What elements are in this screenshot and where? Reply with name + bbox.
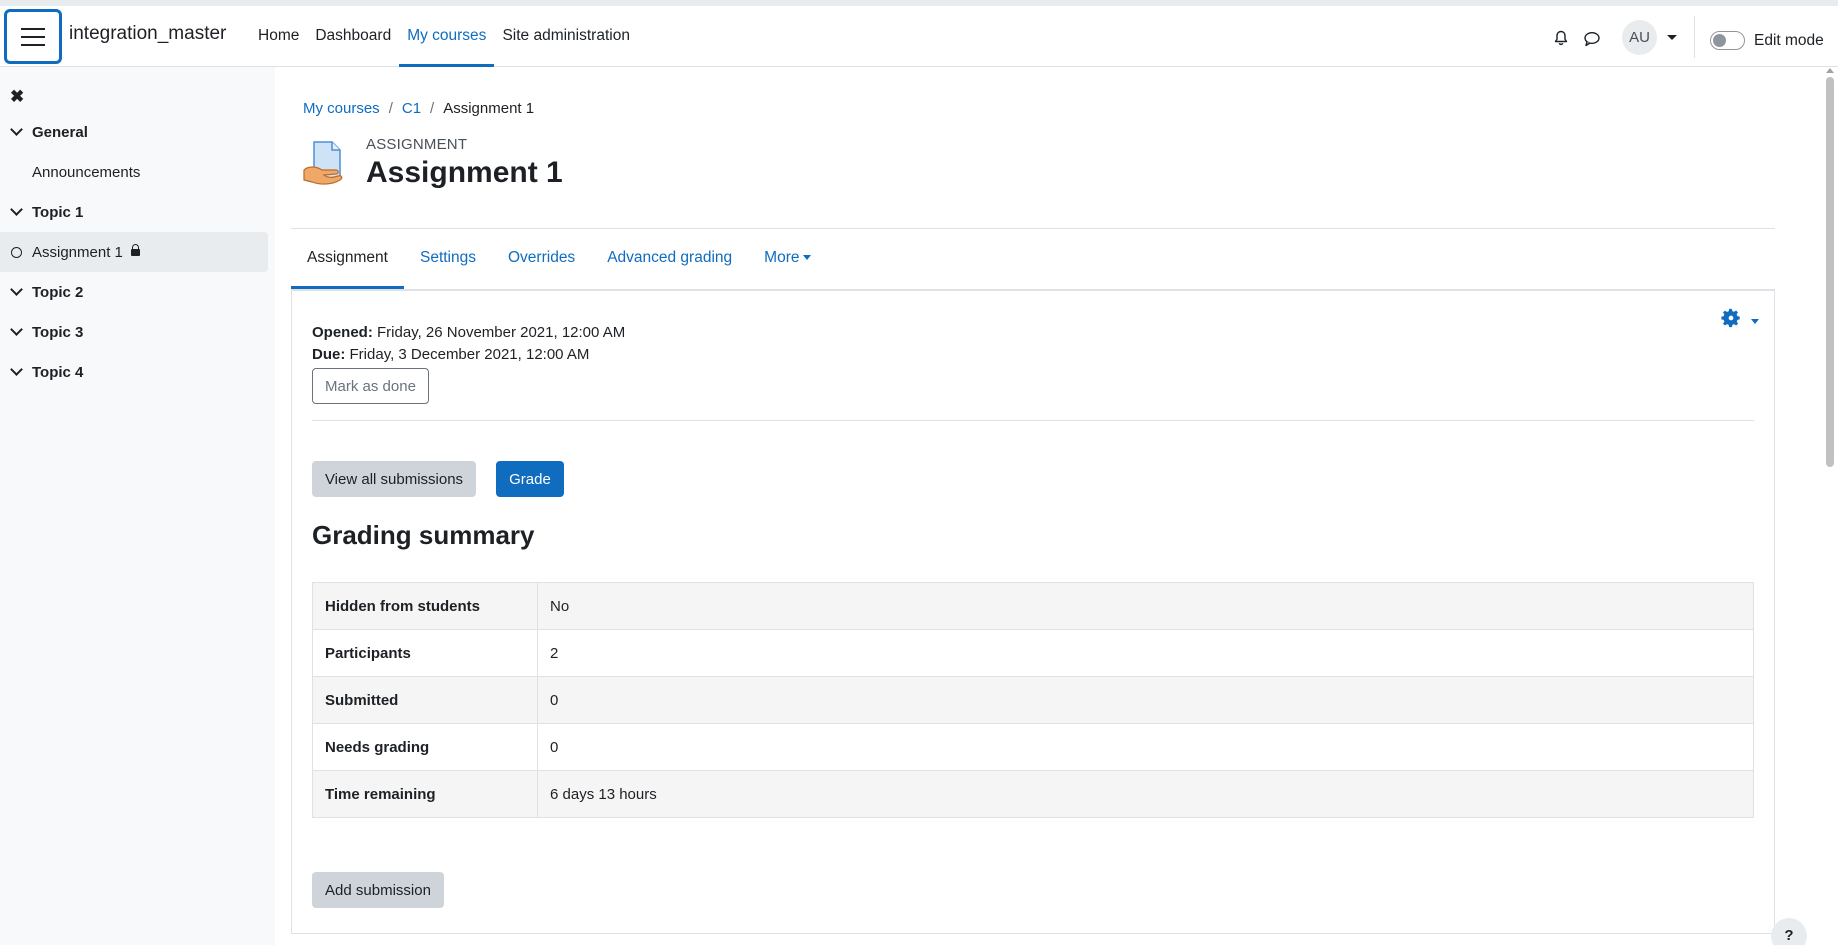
module-type-label: ASSIGNMENT [366, 136, 468, 153]
due-label: Due: [312, 346, 346, 363]
primary-navigation: Home Dashboard My courses Site administr… [250, 6, 638, 67]
user-menu-caret-icon[interactable] [1667, 35, 1677, 40]
table-row: Hidden from students No [312, 582, 1754, 630]
table-row: Participants 2 [312, 629, 1754, 677]
nav-my-courses[interactable]: My courses [399, 6, 495, 67]
secondary-navigation-tabs: Assignment Settings Overrides Advanced g… [291, 237, 827, 289]
user-avatar[interactable]: AU [1622, 20, 1657, 55]
row-label: Hidden from students [312, 582, 538, 630]
row-label: Time remaining [312, 770, 538, 818]
top-navbar: integration_master Home Dashboard My cou… [0, 0, 1838, 67]
toggle-knob [1713, 34, 1726, 47]
close-drawer-icon[interactable]: ✖ [10, 88, 24, 105]
table-row: Submitted 0 [312, 676, 1754, 724]
breadcrumb-my-courses[interactable]: My courses [303, 100, 380, 117]
breadcrumb-separator: / [388, 100, 393, 117]
course-index-item-announcements[interactable]: Announcements [0, 152, 268, 192]
grading-summary-heading: Grading summary [312, 520, 535, 550]
course-index-drawer: ✖ General Announcements Topic 1 Assignme… [0, 67, 275, 945]
tab-assignment[interactable]: Assignment [291, 237, 404, 289]
gear-icon[interactable] [1720, 307, 1742, 329]
help-button[interactable]: ? [1771, 918, 1807, 945]
section-divider [312, 420, 1754, 421]
grading-summary-table: Hidden from students No Participants 2 Sub… [312, 582, 1754, 818]
row-value: 6 days 13 hours [537, 770, 1754, 818]
breadcrumb-current: Assignment 1 [443, 100, 535, 117]
edit-mode-toggle[interactable] [1710, 31, 1745, 50]
messages-chat-icon[interactable] [1583, 31, 1601, 47]
opened-value: Friday, 26 November 2021, 12:00 AM [377, 324, 626, 341]
edit-mode-label: Edit mode [1754, 32, 1824, 49]
breadcrumb-c1[interactable]: C1 [402, 100, 421, 117]
drawer-toggle-button[interactable] [4, 9, 62, 64]
view-all-submissions-button[interactable]: View all submissions [312, 461, 476, 497]
header-divider [291, 228, 1775, 229]
table-row: Needs grading 0 [312, 723, 1754, 771]
site-name[interactable]: integration_master [69, 23, 226, 45]
activity-dates: Opened: Friday, 26 November 2021, 12:00 … [312, 322, 625, 366]
tab-advanced-grading[interactable]: Advanced grading [591, 237, 748, 289]
assignment-icon [303, 141, 343, 185]
breadcrumb-separator: / [430, 100, 435, 117]
course-index-section-topic-4[interactable]: Topic 4 [0, 352, 268, 392]
mark-as-done-button[interactable]: Mark as done [312, 368, 429, 404]
row-label: Submitted [312, 676, 538, 724]
opened-date-row: Opened: Friday, 26 November 2021, 12:00 … [312, 322, 625, 344]
tab-overrides[interactable]: Overrides [492, 237, 591, 289]
row-value: 0 [537, 676, 1754, 724]
row-value: 0 [537, 723, 1754, 771]
opened-label: Opened: [312, 324, 373, 341]
tab-settings[interactable]: Settings [404, 237, 492, 289]
notifications-bell-icon[interactable] [1553, 30, 1569, 46]
table-row: Time remaining 6 days 13 hours [312, 770, 1754, 818]
course-index-section-general[interactable]: General [0, 112, 268, 152]
tab-more[interactable]: More [748, 237, 827, 289]
navbar-divider [1694, 16, 1695, 58]
course-index-item-label[interactable]: Announcements [0, 164, 140, 181]
course-index-section-topic-1[interactable]: Topic 1 [0, 192, 268, 232]
grade-button[interactable]: Grade [496, 461, 564, 497]
tab-more-label: More [764, 249, 800, 266]
course-index-item-assignment-1[interactable]: Assignment 1 [0, 232, 268, 272]
add-submission-button[interactable]: Add submission [312, 872, 444, 908]
page-scrollbar[interactable] [1822, 67, 1838, 945]
nav-home[interactable]: Home [250, 6, 307, 67]
lock-icon [130, 243, 140, 258]
course-index-section-topic-2[interactable]: Topic 2 [0, 272, 268, 312]
row-value: No [537, 582, 1754, 630]
row-label: Needs grading [312, 723, 538, 771]
caret-down-icon[interactable] [1751, 319, 1759, 324]
row-label: Participants [312, 629, 538, 677]
hamburger-icon [21, 22, 45, 52]
nav-site-administration[interactable]: Site administration [494, 6, 638, 67]
due-date-row: Due: Friday, 3 December 2021, 12:00 AM [312, 344, 625, 366]
caret-down-icon [803, 255, 812, 260]
scroll-up-arrow-icon[interactable] [1826, 68, 1834, 73]
course-index-section-topic-3[interactable]: Topic 3 [0, 312, 268, 352]
nav-dashboard[interactable]: Dashboard [307, 6, 399, 67]
page-title: Assignment 1 [366, 156, 563, 189]
breadcrumb: My courses / C1 / Assignment 1 [303, 100, 534, 117]
due-value: Friday, 3 December 2021, 12:00 AM [349, 346, 590, 363]
row-value: 2 [537, 629, 1754, 677]
completion-circle-icon [11, 247, 22, 258]
scrollbar-thumb[interactable] [1826, 77, 1834, 467]
